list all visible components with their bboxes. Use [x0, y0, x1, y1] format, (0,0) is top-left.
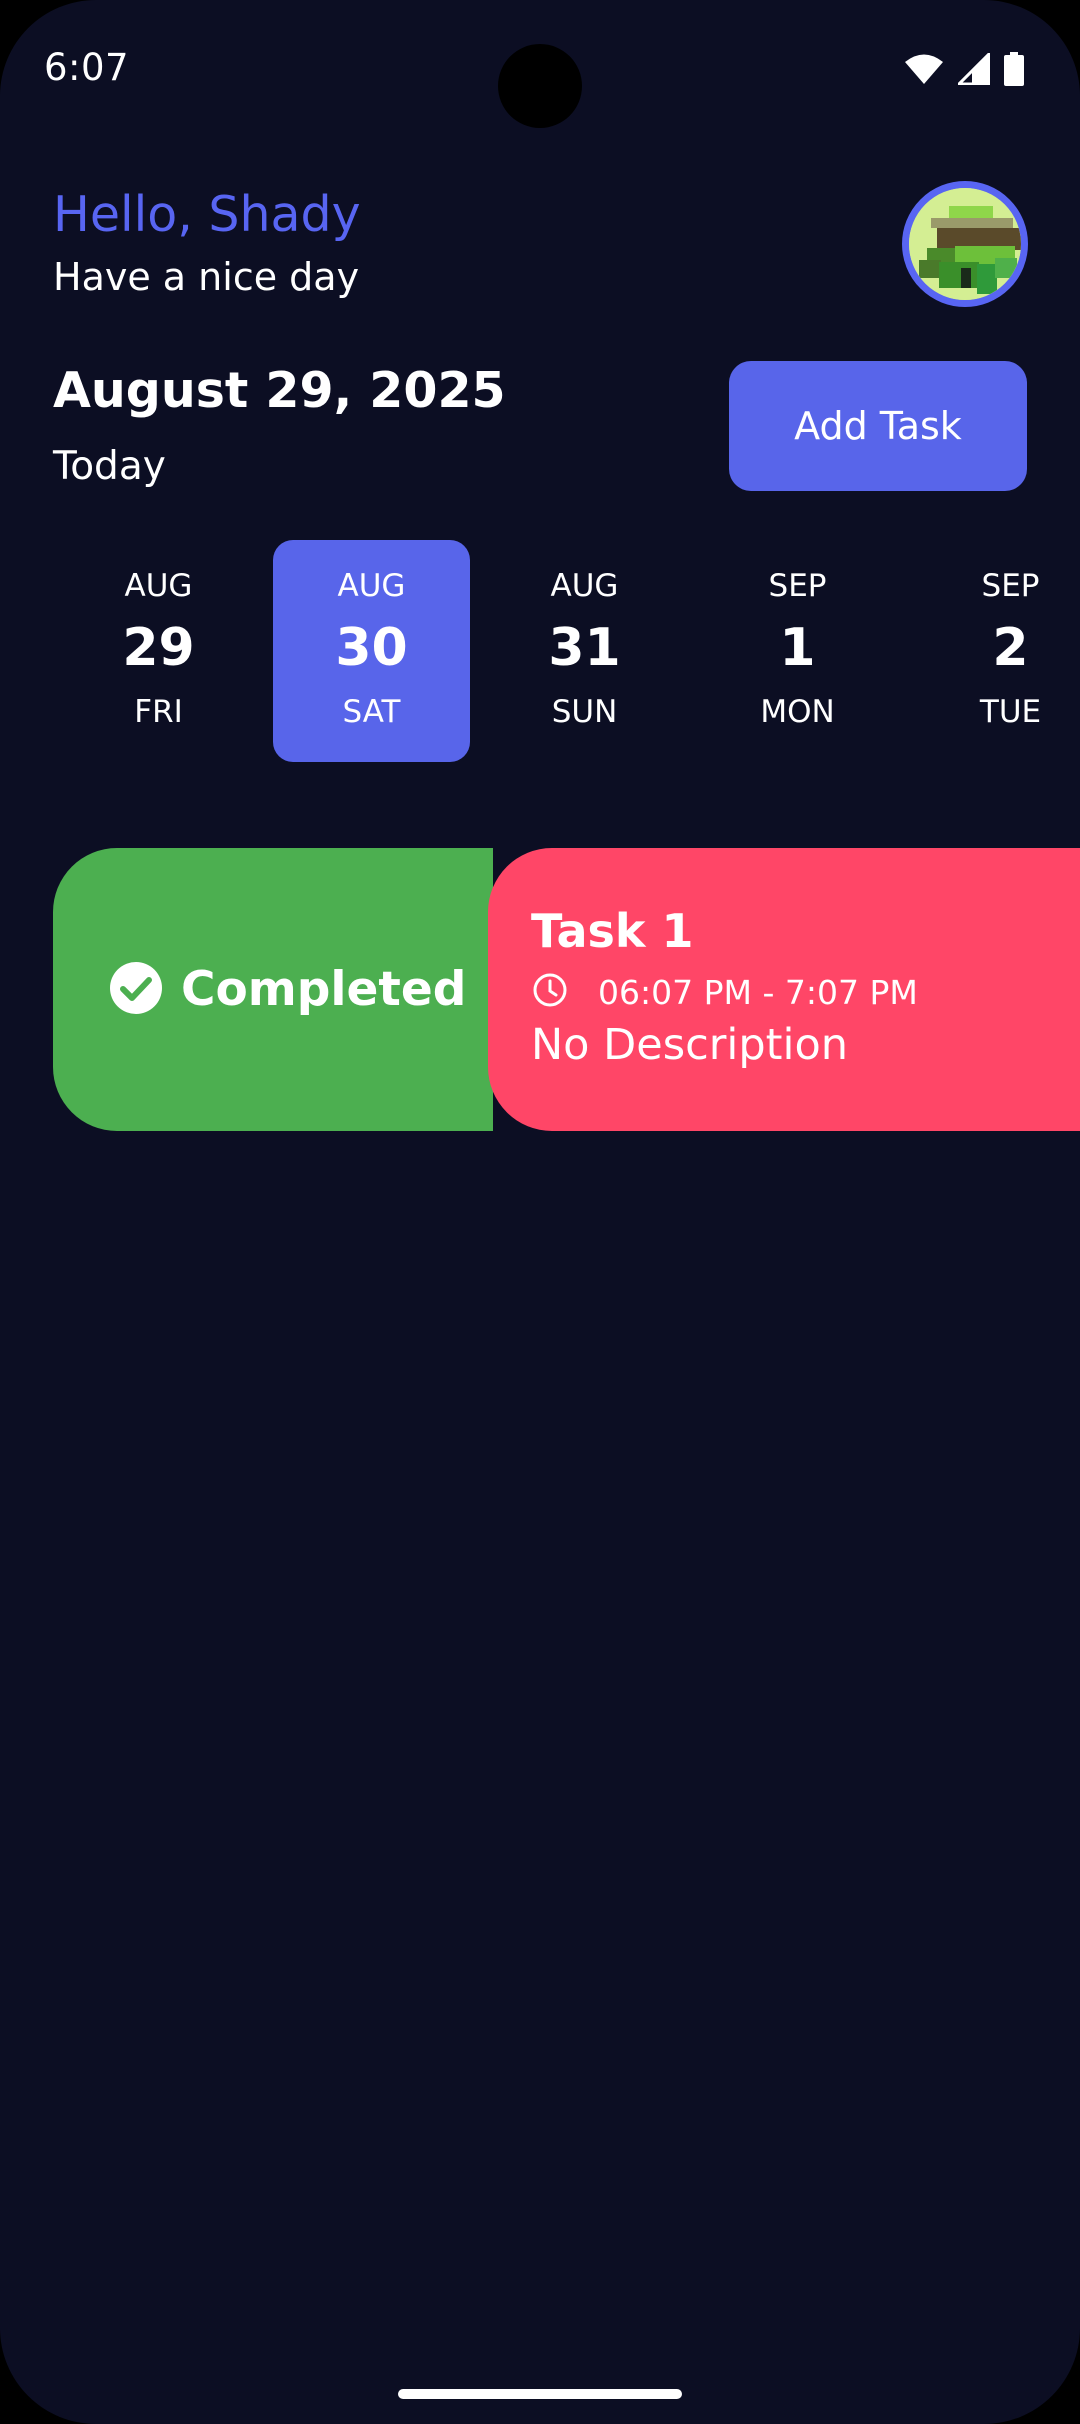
pixel-avatar-icon [909, 188, 1021, 300]
date-picker-strip[interactable]: AUG 29 FRI AUG 30 SAT AUG 31 SUN SEP 1 M… [0, 540, 1080, 762]
date-month: SEP [981, 568, 1040, 604]
date-weekday: MON [760, 694, 835, 730]
task-title: Task 1 [531, 904, 694, 958]
date-day: 30 [335, 618, 408, 678]
date-item[interactable]: SEP 2 TUE [912, 540, 1080, 762]
date-item[interactable]: AUG 29 FRI [60, 540, 257, 762]
task-description: No Description [531, 1020, 849, 1070]
home-indicator[interactable] [398, 2389, 682, 2399]
date-month: SEP [768, 568, 827, 604]
app-screen: 6:07 Hello, Shady Have a nice day August… [0, 0, 1080, 2424]
date-item[interactable]: SEP 1 MON [699, 540, 896, 762]
avatar[interactable] [902, 181, 1028, 307]
current-date: August 29, 2025 [53, 362, 506, 419]
date-day: 31 [548, 618, 621, 678]
camera-cutout [498, 44, 582, 128]
battery-icon [1004, 52, 1024, 86]
date-day: 2 [992, 618, 1029, 678]
date-day: 1 [779, 618, 816, 678]
task-card[interactable]: Task 1 06:07 PM - 7:07 PM No Description [488, 848, 1080, 1131]
date-month: AUG [337, 568, 406, 604]
date-weekday: TUE [979, 694, 1042, 730]
task-time: 06:07 PM - 7:07 PM [598, 972, 918, 1012]
clock-icon [532, 972, 568, 1012]
date-item[interactable]: AUG 31 SUN [486, 540, 683, 762]
add-task-button[interactable]: Add Task [729, 361, 1027, 491]
greeting-title: Hello, Shady [53, 186, 361, 243]
status-time: 6:07 [44, 46, 130, 89]
date-weekday: FRI [134, 694, 183, 730]
date-item-selected[interactable]: AUG 30 SAT [273, 540, 470, 762]
status-icons [904, 52, 1024, 86]
swipe-complete-action[interactable]: Completed [53, 848, 493, 1131]
wifi-icon [904, 53, 944, 85]
check-circle-icon [109, 961, 163, 1019]
date-weekday: SUN [551, 694, 618, 730]
date-day: 29 [122, 618, 195, 678]
task-time-row: 06:07 PM - 7:07 PM [532, 972, 918, 1012]
date-month: AUG [124, 568, 193, 604]
date-month: AUG [550, 568, 619, 604]
date-weekday: SAT [342, 694, 401, 730]
greeting-subtitle: Have a nice day [53, 255, 360, 299]
today-label: Today [53, 444, 166, 489]
signal-icon [958, 53, 990, 85]
completed-label: Completed [181, 962, 467, 1017]
